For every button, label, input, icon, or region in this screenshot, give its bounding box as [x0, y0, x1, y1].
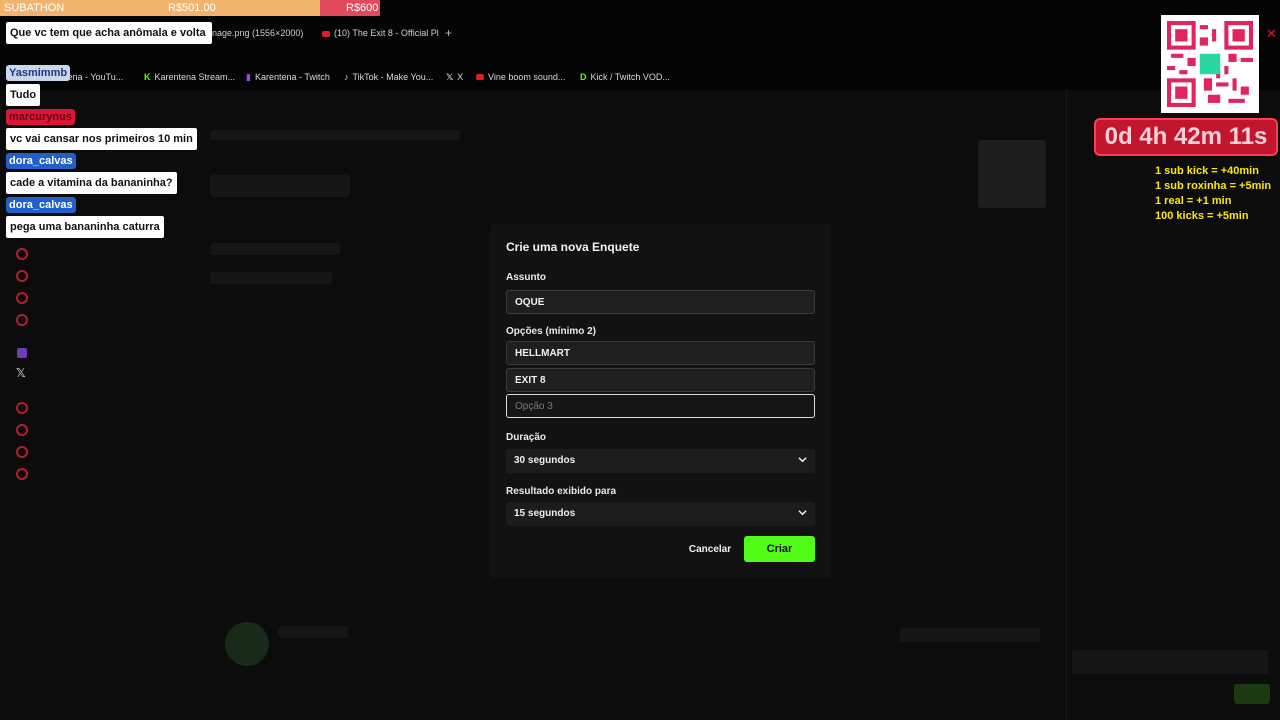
create-poll-modal: Crie uma nova Enquete Assunto Opções (mí… — [490, 224, 831, 578]
chat-message: Tudo — [6, 84, 41, 106]
duration-value: 30 segundos — [514, 455, 576, 466]
bookmark-x[interactable]: 𝕏X — [446, 72, 463, 83]
qr-code — [1161, 15, 1259, 113]
duration-label: Duração — [506, 432, 547, 443]
bookmark-vod[interactable]: D Kick / Twitch VOD... — [580, 72, 670, 82]
option-3-input[interactable] — [506, 394, 815, 418]
subathon-goal: R$600 — [346, 2, 379, 14]
chevron-down-icon — [798, 510, 807, 516]
nav-icon[interactable] — [16, 314, 28, 326]
bookmark-vine[interactable]: Vine boom sound... — [476, 72, 565, 82]
twitch-icon[interactable] — [17, 348, 27, 358]
modal-title: Crie uma nova Enquete — [506, 240, 640, 254]
options-label: Opções (mínimo 2) — [506, 326, 597, 337]
chat-username: dora_calvas — [6, 197, 76, 213]
twitch-icon: ▮ — [246, 72, 251, 82]
tab-youtube[interactable]: (10) The Exit 8 - Official Pl — [322, 28, 439, 38]
ghost-panel — [210, 272, 332, 284]
subathon-rules: 1 sub kick = +40min 1 sub roxinha = +5mi… — [1155, 164, 1271, 224]
rule-line: 1 real = +1 min — [1155, 195, 1232, 207]
x-icon[interactable]: 𝕏 — [16, 366, 28, 380]
option-1-input[interactable] — [506, 341, 815, 365]
bookmark-tiktok[interactable]: ♪ TikTok - Make You... — [344, 72, 433, 82]
chevron-down-icon — [798, 457, 807, 463]
subject-label: Assunto — [506, 272, 546, 283]
chat-message: cade a vitamina da bananinha? — [6, 172, 177, 194]
result-label: Resultado exibido para — [506, 486, 617, 497]
gear-icon[interactable] — [16, 468, 28, 480]
left-rail: 𝕏 — [0, 240, 44, 720]
clock-icon[interactable] — [16, 424, 28, 436]
qr-code-image — [1167, 21, 1253, 107]
ghost-avatar — [225, 622, 269, 666]
subject-input[interactable] — [506, 290, 815, 314]
x-icon: 𝕏 — [446, 72, 454, 82]
rule-line: 1 sub roxinha = +5min — [1155, 180, 1272, 192]
subathon-progress-bar: SUBATHON R$501.00 R$600 — [0, 0, 380, 16]
subathon-timer: 0d 4h 42m 11s — [1094, 118, 1278, 156]
nav-icon[interactable] — [16, 248, 28, 260]
new-tab-button[interactable]: + — [445, 26, 452, 40]
ghost-qr — [978, 140, 1046, 208]
youtube-icon — [322, 30, 330, 37]
tab-image[interactable]: nage.png (1556×2000) — [212, 28, 303, 38]
chat-username: marcurynus — [6, 109, 75, 125]
bookmark-kick[interactable]: K Karentena Stream... — [144, 72, 235, 82]
close-icon[interactable]: ✕ — [1266, 26, 1277, 42]
ghost-panel — [210, 130, 460, 140]
rule-line: 100 kicks = +5min — [1155, 210, 1249, 222]
bookmark-twitch[interactable]: ▮ Karentena - Twitch — [246, 72, 330, 83]
ghost-panel — [210, 243, 340, 255]
ghost-channel-name — [278, 626, 348, 638]
rule-line: 1 sub kick = +40min — [1155, 165, 1259, 177]
ghost-panel — [210, 175, 350, 197]
chat-message: pega uma bananinha caturra — [6, 216, 164, 238]
chat-username: Yasmimmb — [6, 65, 71, 81]
youtube-icon — [476, 74, 484, 80]
result-value: 15 segundos — [514, 508, 576, 519]
duration-select[interactable]: 30 segundos — [506, 449, 815, 473]
kick-icon: K — [144, 72, 151, 82]
nav-icon[interactable] — [16, 292, 28, 304]
subathon-label: SUBATHON — [4, 2, 65, 14]
chat-message: vc vai cansar nos primeiros 10 min — [6, 128, 197, 150]
chat-message: Que vc tem que acha anômala e volta — [6, 22, 212, 44]
nav-icon[interactable] — [16, 270, 28, 282]
tiktok-icon: ♪ — [344, 72, 349, 82]
nav-icon[interactable] — [16, 446, 28, 458]
nav-icon[interactable] — [16, 402, 28, 414]
create-button[interactable]: Criar — [744, 536, 815, 562]
ghost-chat-button — [1234, 684, 1270, 704]
ghost-subscribe — [900, 628, 1040, 642]
subathon-current: R$501.00 — [168, 2, 216, 14]
kick-icon: D — [580, 72, 587, 82]
cancel-button[interactable]: Cancelar — [685, 536, 735, 562]
ghost-chat-input — [1072, 650, 1268, 674]
option-2-input[interactable] — [506, 368, 815, 392]
chat-username: dora_calvas — [6, 153, 76, 169]
screen-root: { "subathon": { "label": "SUBATHON", "cu… — [0, 0, 1280, 720]
divider — [1066, 90, 1067, 720]
result-select[interactable]: 15 segundos — [506, 502, 815, 526]
